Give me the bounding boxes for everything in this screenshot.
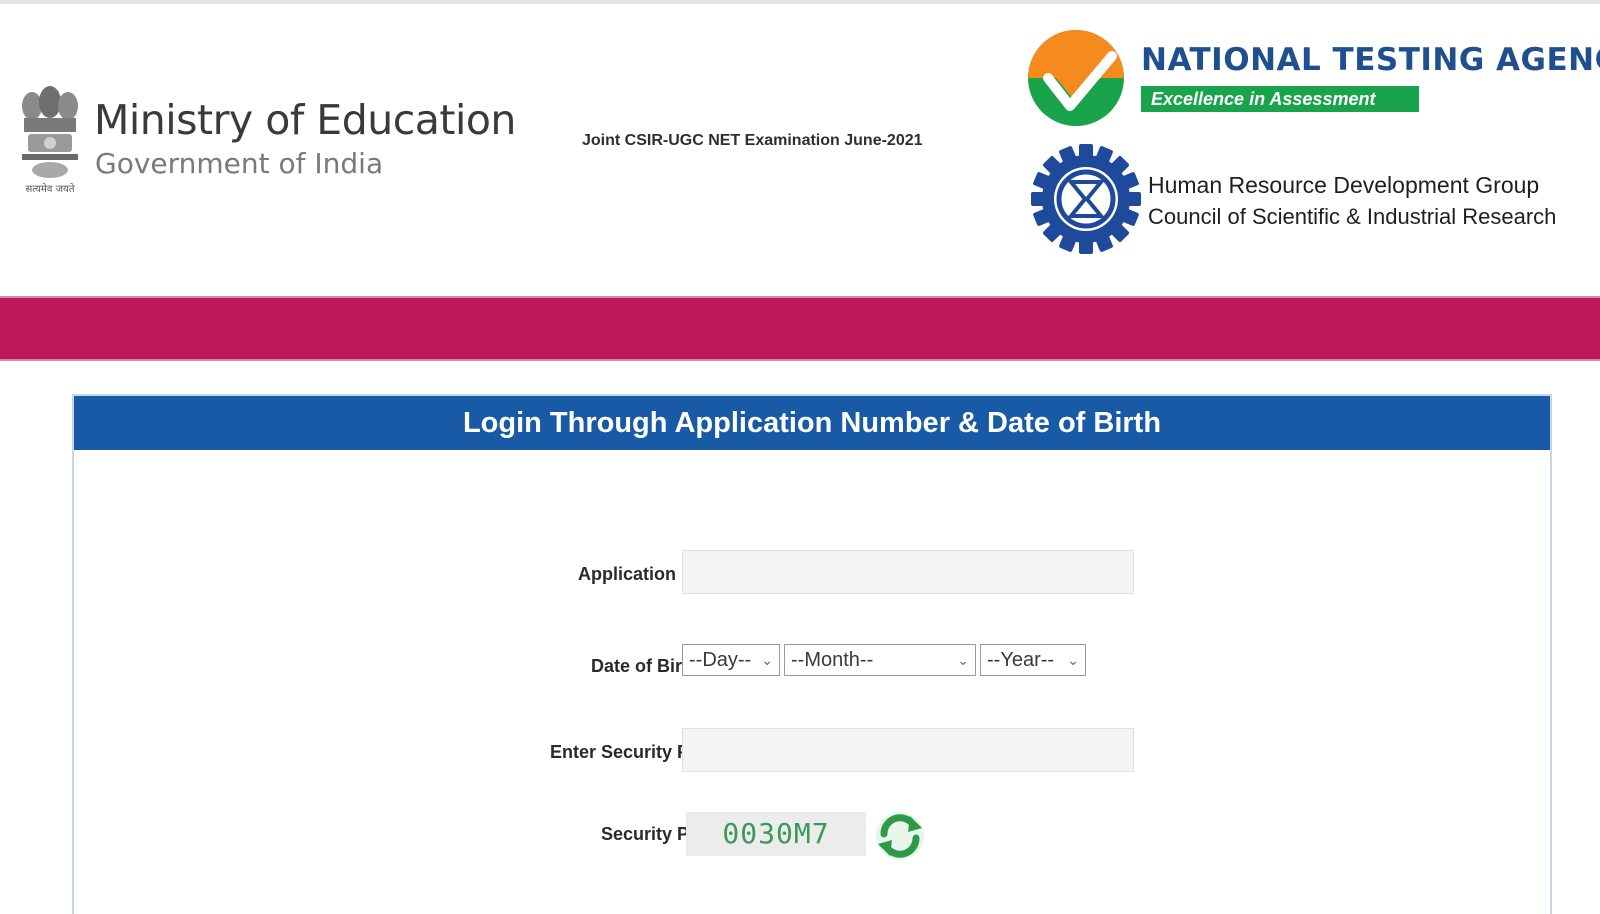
security-input-row: Enter Security Pin : <box>74 728 1550 776</box>
dob-year-select[interactable]: --Year-- ⌄ <box>980 644 1086 676</box>
dob-month-select[interactable]: --Month-- ⌄ <box>784 644 976 676</box>
government-name: Government of India <box>95 147 384 180</box>
chevron-down-icon: ⌄ <box>957 652 969 668</box>
nta-name: NATIONAL TESTING AGENCY <box>1141 42 1600 78</box>
ministry-name: Ministry of Education <box>94 96 516 144</box>
refresh-icon[interactable] <box>872 808 928 864</box>
exam-title: Joint CSIR-UGC NET Examination June-2021 <box>582 132 923 149</box>
csir-name: Council of Scientific & Industrial Resea… <box>1148 204 1557 229</box>
captcha-row: Security Pin : 0030M7 <box>74 810 1550 860</box>
dob-year-value: --Year-- <box>987 649 1055 671</box>
magenta-banner <box>0 296 1600 361</box>
nta-tagline: Excellence in Assessment <box>1141 86 1419 112</box>
dob-month-value: --Month-- <box>791 649 874 671</box>
hrdg-name: Human Resource Development Group <box>1148 172 1540 198</box>
application-row: Application No : <box>74 550 1550 598</box>
dob-row: Date of Birth : --Day-- ⌄ --Month-- ⌄ --… <box>74 642 1550 690</box>
security-pin-input[interactable] <box>682 728 1134 772</box>
login-card-title: Login Through Application Number & Date … <box>74 396 1550 450</box>
captcha-image: 0030M7 <box>686 812 866 856</box>
emblem-caption: सत्यमेव जयते <box>25 183 74 195</box>
national-emblem-icon: सत्यमेव जयते <box>22 86 78 195</box>
chevron-down-icon: ⌄ <box>761 652 773 668</box>
application-number-input[interactable] <box>682 550 1134 594</box>
dob-day-value: --Day-- <box>689 649 752 671</box>
login-card: Login Through Application Number & Date … <box>72 394 1552 914</box>
csir-logo-icon <box>1031 144 1141 254</box>
dob-day-select[interactable]: --Day-- ⌄ <box>682 644 780 676</box>
site-header: सत्यमेव जयते Ministry of Education Gover… <box>0 4 1600 294</box>
nta-logo-icon <box>1028 30 1124 126</box>
chevron-down-icon: ⌄ <box>1067 652 1079 668</box>
